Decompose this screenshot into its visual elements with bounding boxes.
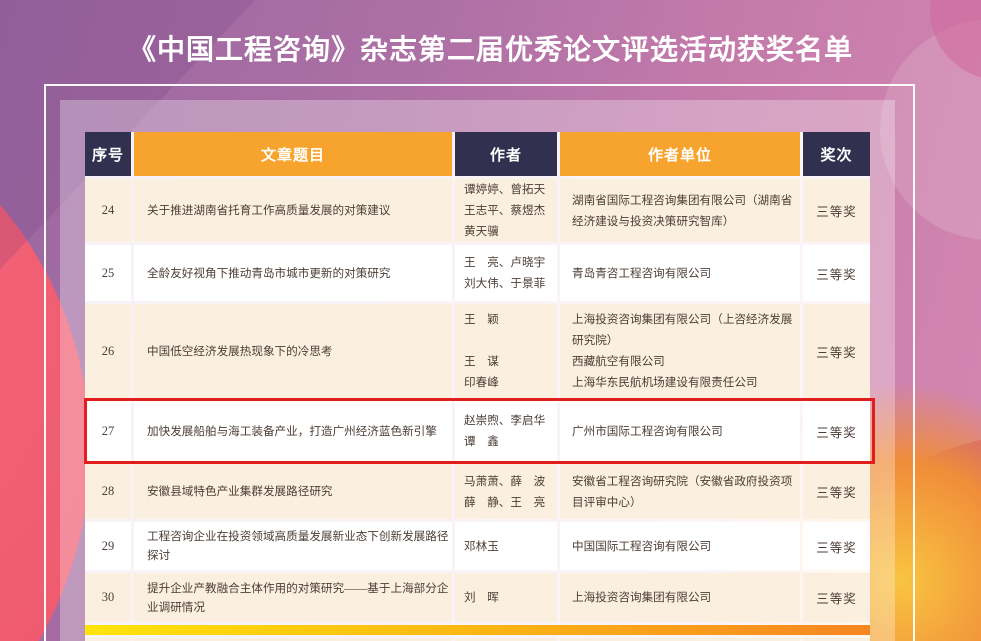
col-header-authors: 作者	[455, 132, 557, 176]
cell-no: 28	[85, 464, 131, 519]
cell-unit: 青岛青咨工程咨询有限公司	[560, 245, 800, 301]
cell-no: 27	[85, 401, 131, 461]
cell-award: 三等奖	[803, 245, 870, 301]
table-row: 29 工程咨询企业在投资领域高质量发展新业态下创新发展路径 探讨 邓林玉 中国国…	[85, 522, 870, 570]
table-header: 序号 文章题目 作者 作者单位 奖次	[85, 132, 870, 176]
cell-award: 三等奖	[803, 179, 870, 242]
cell-title: 中国低空经济发展热现象下的冷思考	[134, 304, 452, 398]
awards-table: 序号 文章题目 作者 作者单位 奖次 24 关于推进湖南省托育工作高质量发展的对…	[85, 132, 870, 641]
table-row: 24 关于推进湖南省托育工作高质量发展的对策建议 谭婷婷、曾拓天 王志平、蔡煜杰…	[85, 179, 870, 242]
cell-unit: 上海投资咨询集团有限公司	[560, 573, 800, 622]
col-header-no: 序号	[85, 132, 131, 176]
cell-award: 三等奖	[803, 573, 870, 622]
cell-authors: 马萧萧、薛 波 薛 静、王 亮	[455, 464, 557, 519]
cell-no: 26	[85, 304, 131, 398]
cell-no: 24	[85, 179, 131, 242]
bottom-gradient-bar	[85, 625, 870, 635]
col-header-title: 文章题目	[134, 132, 452, 176]
cell-authors: 邓林玉	[455, 522, 557, 570]
cell-award: 三等奖	[803, 304, 870, 398]
cell-title: 关于推进湖南省托育工作高质量发展的对策建议	[134, 179, 452, 242]
table-row: 25 全龄友好视角下推动青岛市城市更新的对策研究 王 亮、卢晓宇 刘大伟、于景菲…	[85, 245, 870, 301]
cell-award: 三等奖	[803, 401, 870, 461]
cell-authors: 王 亮、卢晓宇 刘大伟、于景菲	[455, 245, 557, 301]
col-header-award: 奖次	[803, 132, 870, 176]
cell-authors: 谭婷婷、曾拓天 王志平、蔡煜杰 黄天骥	[455, 179, 557, 242]
page-title: 《中国工程咨询》杂志第二届优秀论文评选活动获奖名单	[0, 28, 981, 68]
cell-unit: 中国国际工程咨询有限公司	[560, 522, 800, 570]
cell-authors: 赵崇煦、李启华 谭 鑫	[455, 401, 557, 461]
table-row: 27 加快发展船舶与海工装备产业，打造广州经济蓝色新引擎 赵崇煦、李启华 谭 鑫…	[85, 401, 870, 461]
table-row: 28 安徽县域特色产业集群发展路径研究 马萧萧、薛 波 薛 静、王 亮 安徽省工…	[85, 464, 870, 519]
cell-no: 25	[85, 245, 131, 301]
cell-title: 加快发展船舶与海工装备产业，打造广州经济蓝色新引擎	[134, 401, 452, 461]
cell-title: 提升企业产教融合主体作用的对策研究——基于上海部分企 业调研情况	[134, 573, 452, 622]
cell-authors: 刘 晖	[455, 573, 557, 622]
cell-no: 30	[85, 573, 131, 622]
cell-unit: 上海投资咨询集团有限公司（上咨经济发展 研究院） 西藏航空有限公司 上海华东民航…	[560, 304, 800, 398]
table-row: 26 中国低空经济发展热现象下的冷思考 王 颖 王 谋 印春峰 上海投资咨询集团…	[85, 304, 870, 398]
cell-unit: 湖南省国际工程咨询集团有限公司（湖南省 经济建设与投资决策研究智库）	[560, 179, 800, 242]
cell-unit: 安徽省工程咨询研究院（安徽省政府投资项 目评审中心）	[560, 464, 800, 519]
col-header-unit: 作者单位	[560, 132, 800, 176]
cell-title: 工程咨询企业在投资领域高质量发展新业态下创新发展路径 探讨	[134, 522, 452, 570]
cell-no: 29	[85, 522, 131, 570]
cell-unit: 广州市国际工程咨询有限公司	[560, 401, 800, 461]
cell-title: 全龄友好视角下推动青岛市城市更新的对策研究	[134, 245, 452, 301]
cell-award: 三等奖	[803, 464, 870, 519]
page-canvas: 《中国工程咨询》杂志第二届优秀论文评选活动获奖名单 序号 文章题目 作者 作者单…	[0, 0, 981, 641]
cell-award: 三等奖	[803, 522, 870, 570]
cell-authors: 王 颖 王 谋 印春峰	[455, 304, 557, 398]
cell-title: 安徽县域特色产业集群发展路径研究	[134, 464, 452, 519]
table-row: 30 提升企业产教融合主体作用的对策研究——基于上海部分企 业调研情况 刘 晖 …	[85, 573, 870, 622]
